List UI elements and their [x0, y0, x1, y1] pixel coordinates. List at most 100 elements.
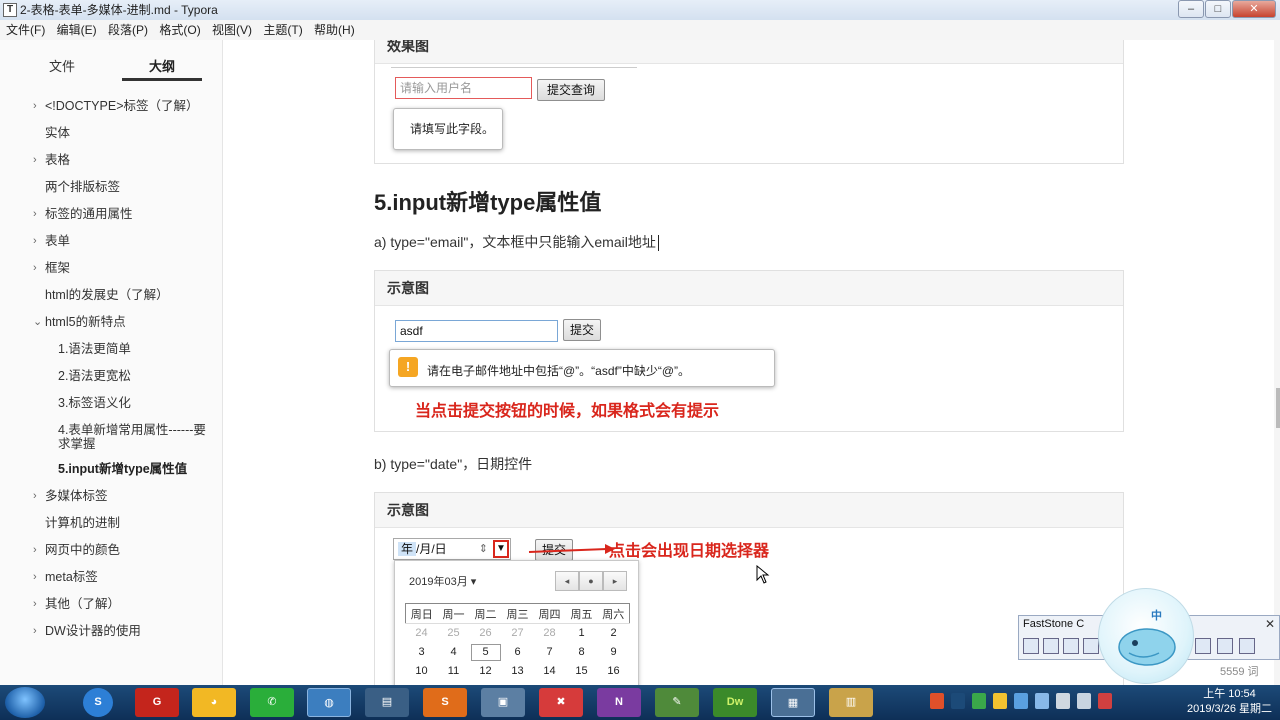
clock-date: 2019/3/26 星期二 — [1187, 703, 1272, 715]
minimize-button[interactable]: – — [1178, 0, 1204, 18]
outline-item[interactable]: html的发展史（了解） — [0, 284, 223, 311]
outline-item[interactable]: › 其他（了解） — [0, 593, 223, 620]
outline-item[interactable]: 3.标签语义化 — [0, 392, 223, 419]
calendar-day: 10 — [415, 665, 428, 677]
menu-view[interactable]: 视图(V) — [212, 23, 252, 37]
calendar-day: 11 — [447, 665, 460, 677]
outline-item[interactable]: › meta标签 — [0, 566, 223, 593]
capture-region-icon[interactable] — [1083, 638, 1099, 654]
clock[interactable]: 上午 10:54 2019/3/26 星期二 — [1187, 687, 1272, 717]
maximize-button[interactable]: □ — [1205, 0, 1231, 18]
faststone-toolbar — [1023, 638, 1103, 654]
taskbar-app-chrome[interactable]: ◍ — [307, 688, 351, 717]
outline-item-active[interactable]: 5.input新增type属性值 — [0, 458, 223, 485]
mouse-cursor-icon — [756, 565, 770, 584]
tray-network-icon[interactable] — [1077, 693, 1091, 709]
outline-item[interactable]: ⌄ html5的新特点 — [0, 311, 223, 338]
menu-file[interactable]: 文件(F) — [6, 23, 45, 37]
taskbar-app-sogou[interactable]: S — [83, 688, 113, 717]
chevron-right-icon[interactable]: › — [33, 570, 37, 584]
figure-panel-effect: 效果图 请输入用户名 提交查询 请填写此字段。 — [374, 40, 1124, 164]
tray-cube-icon[interactable] — [1014, 693, 1028, 709]
menu-edit[interactable]: 编辑(E) — [57, 23, 97, 37]
outline-item-label: 标签的通用属性 — [45, 207, 133, 221]
vertical-scrollbar[interactable] — [1274, 40, 1280, 685]
taskbar-app-sublime[interactable]: S — [423, 688, 467, 717]
taskbar-app-dreamweaver[interactable]: Dw — [713, 688, 757, 717]
chevron-right-icon[interactable]: › — [33, 597, 37, 611]
outline-item[interactable]: › 表格 — [0, 149, 223, 176]
calendar-day: 24 — [415, 627, 428, 640]
section-heading: 5.input新增type属性值 — [374, 190, 602, 215]
outline-item[interactable]: › 多媒体标签 — [0, 485, 223, 512]
outline-item-label: 1.语法更简单 — [58, 342, 131, 356]
panel-header: 示意图 — [375, 493, 1123, 528]
scrollbar-thumb[interactable] — [1276, 388, 1280, 428]
chevron-right-icon[interactable]: › — [33, 543, 37, 557]
film-icon[interactable] — [1195, 638, 1211, 654]
taskbar-app-wechat[interactable]: ✆ — [250, 688, 294, 717]
email-validation-tooltip: ! 请在电子邮件地址中包括“@”。“asdf”中缺少“@”。 — [389, 349, 775, 387]
taskbar-app-editor[interactable]: ✎ — [655, 688, 699, 717]
chevron-right-icon[interactable]: › — [33, 153, 37, 167]
tray-sogou-icon[interactable] — [930, 693, 944, 709]
calendar-day: 3 — [418, 646, 425, 658]
tray-volume-muted-icon[interactable] — [1098, 693, 1112, 709]
menu-format[interactable]: 格式(O) — [159, 23, 200, 37]
pen-icon[interactable] — [1239, 638, 1255, 654]
settings-icon[interactable] — [1217, 638, 1233, 654]
calendar-day: 25 — [447, 627, 460, 640]
outline-item[interactable]: 两个排版标签 — [0, 176, 223, 203]
chevron-right-icon[interactable]: › — [33, 261, 37, 275]
word-count[interactable]: 5559 词 — [1220, 663, 1259, 679]
editor-content[interactable]: 效果图 请输入用户名 提交查询 请填写此字段。 5.input新增type属性值… — [224, 40, 1280, 685]
chevron-right-icon[interactable]: › — [33, 624, 37, 638]
taskbar-app-typora[interactable]: ▦ — [771, 688, 815, 717]
chevron-right-icon[interactable]: › — [33, 207, 37, 221]
tab-files[interactable]: 文件 — [22, 56, 102, 75]
calendar-day: 28 — [543, 627, 556, 640]
calendar-day: 2 — [610, 627, 617, 640]
close-button[interactable]: ✕ — [1232, 0, 1276, 18]
taskbar-app-window[interactable]: ▣ — [481, 688, 525, 717]
menu-help[interactable]: 帮助(H) — [314, 23, 355, 37]
chevron-right-icon[interactable]: › — [33, 234, 37, 248]
outline-item[interactable]: 实体 — [0, 122, 223, 149]
outline-item[interactable]: › 表单 — [0, 230, 223, 257]
tab-outline[interactable]: 大纲 — [122, 56, 202, 75]
outline-item[interactable]: › DW设计器的使用 — [0, 620, 223, 647]
outline-item[interactable]: 计算机的进制 — [0, 512, 223, 539]
tray-chat-icon[interactable] — [993, 693, 1007, 709]
chevron-right-icon[interactable]: › — [33, 489, 37, 503]
floating-whale-widget[interactable]: 中 — [1098, 588, 1194, 684]
outline-item[interactable]: › 网页中的颜色 — [0, 539, 223, 566]
panel-header: 示意图 — [375, 271, 1123, 306]
open-icon[interactable] — [1023, 638, 1039, 654]
menu-paragraph[interactable]: 段落(P) — [108, 23, 148, 37]
taskbar-app-folder[interactable]: ▥ — [829, 688, 873, 717]
outline-item[interactable]: 4.表单新增常用属性------要求掌握 — [0, 419, 223, 458]
tray-expand-icon[interactable] — [951, 693, 965, 709]
chevron-down-icon[interactable]: ⌄ — [33, 315, 42, 329]
tray-update-icon[interactable] — [972, 693, 986, 709]
outline-item[interactable]: 1.语法更简单 — [0, 338, 223, 365]
outline-item[interactable]: › <!DOCTYPE>标签（了解） — [0, 95, 223, 122]
outline-item[interactable]: › 标签的通用属性 — [0, 203, 223, 230]
faststone-close-icon[interactable]: ✕ — [1265, 617, 1275, 631]
outline-item[interactable]: 2.语法更宽松 — [0, 365, 223, 392]
outline-item[interactable]: › 框架 — [0, 257, 223, 284]
taskbar-app-explorer[interactable]: ▤ — [365, 688, 409, 717]
tray-shield-icon[interactable] — [1035, 693, 1049, 709]
capture-rect-icon[interactable] — [1063, 638, 1079, 654]
taskbar-app-messenger[interactable]: ◕ — [192, 688, 236, 717]
taskbar-app-xmind[interactable]: ✖ — [539, 688, 583, 717]
start-button[interactable] — [5, 687, 45, 718]
chevron-right-icon[interactable]: › — [33, 99, 37, 113]
calendar-month-selector: 2019年03月 ▾ — [409, 576, 477, 588]
taskbar-app-red[interactable]: G — [135, 688, 179, 717]
menu-theme[interactable]: 主题(T) — [263, 23, 302, 37]
capture-window-icon[interactable] — [1043, 638, 1059, 654]
window-title: 2-表格-表单-多媒体-进制.md - Typora — [20, 3, 218, 17]
taskbar-app-onenote[interactable]: N — [597, 688, 641, 717]
tray-app-icon[interactable] — [1056, 693, 1070, 709]
